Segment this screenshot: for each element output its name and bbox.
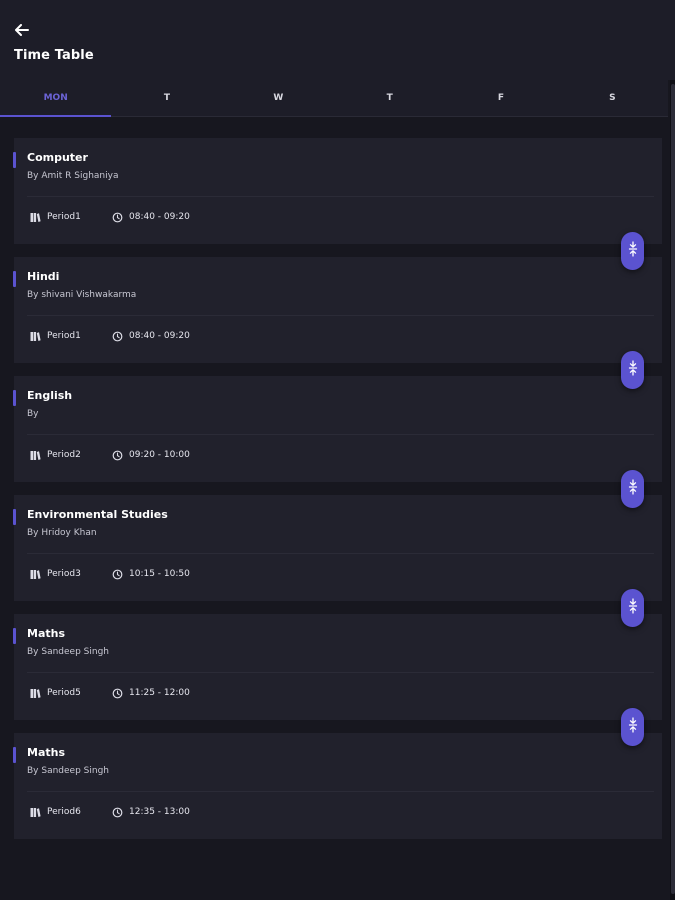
expand-button[interactable] (621, 470, 644, 508)
teacher-name: By Hridoy Khan (27, 528, 97, 538)
period-label: Period1 (47, 331, 81, 341)
page-title: Time Table (14, 48, 94, 63)
card-accent-bar (13, 271, 16, 287)
expand-arrows-icon (628, 717, 638, 737)
period-info: Period1 08:40 - 09:20 (29, 211, 190, 223)
period-label: Period1 (47, 212, 81, 222)
day-tabs: MON T W T F S (0, 80, 668, 117)
period-info: Period5 11:25 - 12:00 (29, 687, 190, 699)
divider (27, 672, 654, 673)
time-range: 08:40 - 09:20 (129, 331, 190, 341)
clock-icon (111, 211, 123, 223)
timetable-card: Maths By Sandeep Singh Period5 11:25 - 1… (13, 614, 662, 746)
divider (27, 434, 654, 435)
card-accent-bar (13, 152, 16, 168)
divider (27, 196, 654, 197)
books-icon (29, 687, 41, 699)
timetable-card: Hindi By shivani Vishwakarma Period1 08:… (13, 257, 662, 389)
time-range: 10:15 - 10:50 (129, 569, 190, 579)
books-icon (29, 449, 41, 461)
subject-name: Environmental Studies (27, 508, 168, 521)
card-accent-bar (13, 747, 16, 763)
subject-name: Maths (27, 746, 66, 759)
expand-arrows-icon (628, 360, 638, 380)
tab-wed[interactable]: W (223, 80, 334, 116)
period-info: Period3 10:15 - 10:50 (29, 568, 190, 580)
books-icon (29, 330, 41, 342)
card-accent-bar (13, 509, 16, 525)
time-range: 11:25 - 12:00 (129, 688, 190, 698)
period-info: Period2 09:20 - 10:00 (29, 449, 190, 461)
books-icon (29, 211, 41, 223)
clock-icon (111, 449, 123, 461)
timetable-card: English By Period2 09:20 - 10:00 (13, 376, 662, 508)
app-header: Time Table (0, 0, 675, 80)
teacher-name: By Amit R Sighaniya (27, 171, 119, 181)
period-info: Period1 08:40 - 09:20 (29, 330, 190, 342)
time-range: 12:35 - 13:00 (129, 807, 190, 817)
timetable-card: Computer By Amit R Sighaniya Period1 08:… (13, 138, 662, 270)
arrow-left-icon (15, 21, 29, 40)
teacher-name: By shivani Vishwakarma (27, 290, 137, 300)
clock-icon (111, 568, 123, 580)
expand-arrows-icon (628, 479, 638, 499)
card-accent-bar (13, 628, 16, 644)
teacher-name: By Sandeep Singh (27, 766, 109, 776)
divider (27, 791, 654, 792)
subject-name: English (27, 389, 73, 402)
card-accent-bar (13, 390, 16, 406)
scrollbar-thumb[interactable] (671, 84, 675, 894)
period-label: Period5 (47, 688, 81, 698)
clock-icon (111, 806, 123, 818)
divider (27, 553, 654, 554)
expand-button[interactable] (621, 232, 644, 270)
divider (27, 315, 654, 316)
tab-sat[interactable]: S (557, 80, 668, 116)
teacher-name: By (27, 409, 39, 419)
teacher-name: By Sandeep Singh (27, 647, 109, 657)
books-icon (29, 568, 41, 580)
subject-name: Hindi (27, 270, 60, 283)
expand-button[interactable] (621, 708, 644, 746)
expand-button[interactable] (621, 589, 644, 627)
period-label: Period3 (47, 569, 81, 579)
timetable-list: Computer By Amit R Sighaniya Period1 08:… (13, 138, 662, 852)
clock-icon (111, 330, 123, 342)
tab-tue[interactable]: T (111, 80, 222, 116)
back-button[interactable] (12, 20, 32, 40)
period-info: Period6 12:35 - 13:00 (29, 806, 190, 818)
tab-fri[interactable]: F (445, 80, 556, 116)
books-icon (29, 806, 41, 818)
period-label: Period2 (47, 450, 81, 460)
clock-icon (111, 687, 123, 699)
tab-thu[interactable]: T (334, 80, 445, 116)
period-label: Period6 (47, 807, 81, 817)
time-range: 08:40 - 09:20 (129, 212, 190, 222)
subject-name: Maths (27, 627, 66, 640)
expand-arrows-icon (628, 598, 638, 618)
subject-name: Computer (27, 151, 88, 164)
expand-arrows-icon (628, 241, 638, 261)
tab-mon[interactable]: MON (0, 80, 112, 117)
timetable-card: Environmental Studies By Hridoy Khan Per… (13, 495, 662, 627)
timetable-card: Maths By Sandeep Singh Period6 12:35 - 1… (13, 733, 662, 839)
time-range: 09:20 - 10:00 (129, 450, 190, 460)
expand-button[interactable] (621, 351, 644, 389)
